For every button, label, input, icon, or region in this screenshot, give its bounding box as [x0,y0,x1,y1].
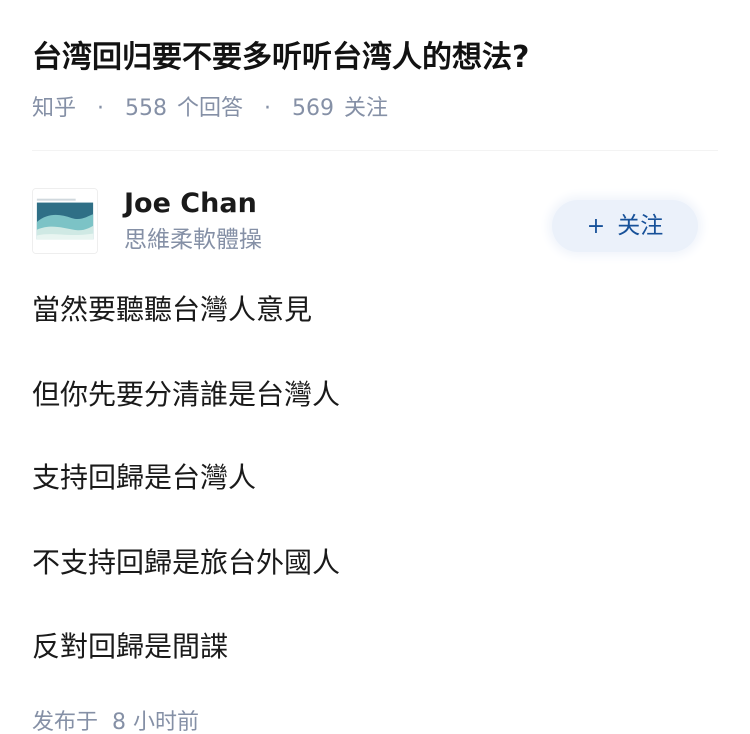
divider [32,150,718,151]
meta-separator: · [97,96,105,121]
answer-paragraph: 不支持回歸是旅台外國人 [32,546,341,579]
plus-icon: + [586,214,606,239]
answer-paragraph: 但你先要分清誰是台灣人 [32,378,341,411]
answer-page: 台湾回归要不要多听听台湾人的想法? 知乎 · 558 个回答 · 569 关注 Jo… [0,0,750,734]
follow-button[interactable]: + 关注 [552,200,698,252]
avatar[interactable] [32,188,98,254]
author-bio: 思維柔軟體操 [124,227,262,253]
follower-count: 569 [292,96,335,121]
question-title[interactable]: 台湾回归要不要多听听台湾人的想法? [32,34,722,82]
meta-separator: · [264,96,272,121]
author-name[interactable]: Joe Chan [124,186,257,222]
answer-paragraph: 反對回歸是間諜 [32,630,229,663]
avatar-image [33,189,97,253]
follower-count-label[interactable]: 关注 [344,96,388,121]
publish-time: 发布于 8 小时前 [32,706,199,734]
author-row: Joe Chan 思維柔軟體操 + 关注 [32,180,718,260]
source-label[interactable]: 知乎 [32,96,76,121]
follow-label: 关注 [617,213,664,239]
question-meta: 知乎 · 558 个回答 · 569 关注 [32,92,388,126]
publish-time-value: 8 小时前 [112,710,200,734]
answer-paragraph: 當然要聽聽台灣人意見 [32,293,313,326]
publish-label: 发布于 [32,710,99,734]
answer-count: 558 [125,96,168,121]
answer-count-label[interactable]: 个回答 [177,96,243,121]
answer-paragraph: 支持回歸是台灣人 [32,461,257,494]
